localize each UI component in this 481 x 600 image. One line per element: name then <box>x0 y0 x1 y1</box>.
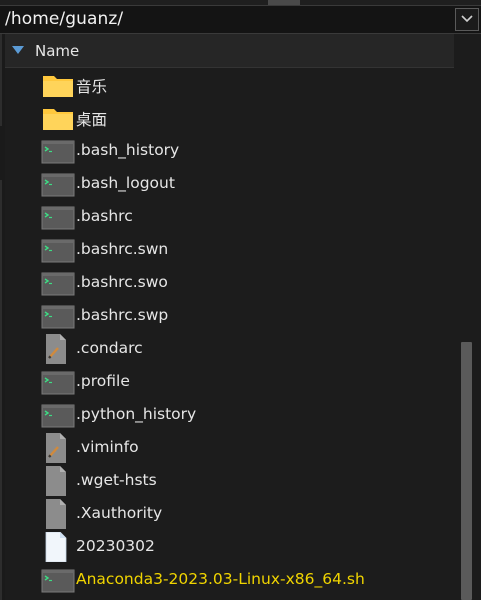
name-column-label: Name <box>35 42 80 60</box>
file-row[interactable]: Anaconda3-2023.03-Linux-x86_64.sh <box>5 563 454 596</box>
file-row[interactable]: .bashrc.swp <box>5 299 454 332</box>
file-name: .bash_history <box>76 141 180 159</box>
path-bar[interactable]: /home/guanz/ <box>0 5 481 34</box>
file-row[interactable]: .python_history <box>5 398 454 431</box>
file-name: .bashrc.swo <box>76 273 168 291</box>
file-name: 桌面 <box>76 111 108 129</box>
file-row[interactable]: .Xauthority <box>5 497 454 530</box>
generic-file-icon <box>41 466 75 496</box>
terminal-file-icon <box>41 268 75 298</box>
file-name: .bashrc.swp <box>76 306 169 324</box>
file-row[interactable]: .bash_history <box>5 134 454 167</box>
terminal-file-icon <box>41 400 75 430</box>
text-file-icon <box>41 334 75 364</box>
file-name: .wget-hsts <box>76 471 157 489</box>
file-name: .Xauthority <box>76 504 163 522</box>
name-column-header[interactable]: Name <box>5 34 454 68</box>
file-row[interactable]: 桌面 <box>5 101 454 134</box>
terminal-file-icon <box>41 202 75 232</box>
file-browser-panel: Name 音乐桌面 .bash_history .bash_logout .bashr… <box>5 34 481 600</box>
terminal-file-icon <box>41 301 75 331</box>
terminal-file-icon <box>41 235 75 265</box>
file-name: .profile <box>76 372 130 390</box>
terminal-file-icon <box>41 565 75 595</box>
file-row[interactable]: .condarc <box>5 332 454 365</box>
file-row[interactable]: .profile <box>5 365 454 398</box>
file-row[interactable]: .bashrc.swo <box>5 266 454 299</box>
file-row[interactable]: 音乐 <box>5 68 454 101</box>
folder-icon <box>41 103 75 133</box>
left-divider <box>0 34 2 126</box>
file-name: 20230302 <box>76 537 155 555</box>
left-divider <box>0 180 2 600</box>
file-row[interactable]: .bashrc.swn <box>5 233 454 266</box>
file-list: 音乐桌面 .bash_history .bash_logout .bashrc .bas… <box>5 68 454 596</box>
file-name: 音乐 <box>76 78 108 96</box>
file-row[interactable]: 20230302 <box>5 530 454 563</box>
path-input[interactable]: /home/guanz/ <box>5 9 123 29</box>
file-row[interactable]: .bashrc <box>5 200 454 233</box>
file-name: .viminfo <box>76 438 139 456</box>
file-row[interactable]: .wget-hsts <box>5 464 454 497</box>
file-name: .bashrc.swn <box>76 240 169 258</box>
file-name: .condarc <box>76 339 143 357</box>
terminal-file-icon <box>41 367 75 397</box>
file-row[interactable]: .bash_logout <box>5 167 454 200</box>
file-name: .bashrc <box>76 207 133 225</box>
generic-file-icon <box>41 499 75 529</box>
document-icon <box>41 531 75 563</box>
terminal-file-icon <box>41 136 75 166</box>
folder-icon <box>41 70 75 100</box>
file-name: .bash_logout <box>76 174 175 192</box>
file-name: Anaconda3-2023.03-Linux-x86_64.sh <box>76 570 365 588</box>
scrollbar-thumb[interactable] <box>461 342 472 600</box>
chevron-down-icon <box>461 15 473 23</box>
file-row[interactable]: .viminfo <box>5 431 454 464</box>
path-dropdown-button[interactable] <box>455 8 479 31</box>
sort-arrow-icon <box>12 46 24 54</box>
terminal-file-icon <box>41 169 75 199</box>
text-file-icon <box>41 433 75 463</box>
file-name: .python_history <box>76 405 197 423</box>
